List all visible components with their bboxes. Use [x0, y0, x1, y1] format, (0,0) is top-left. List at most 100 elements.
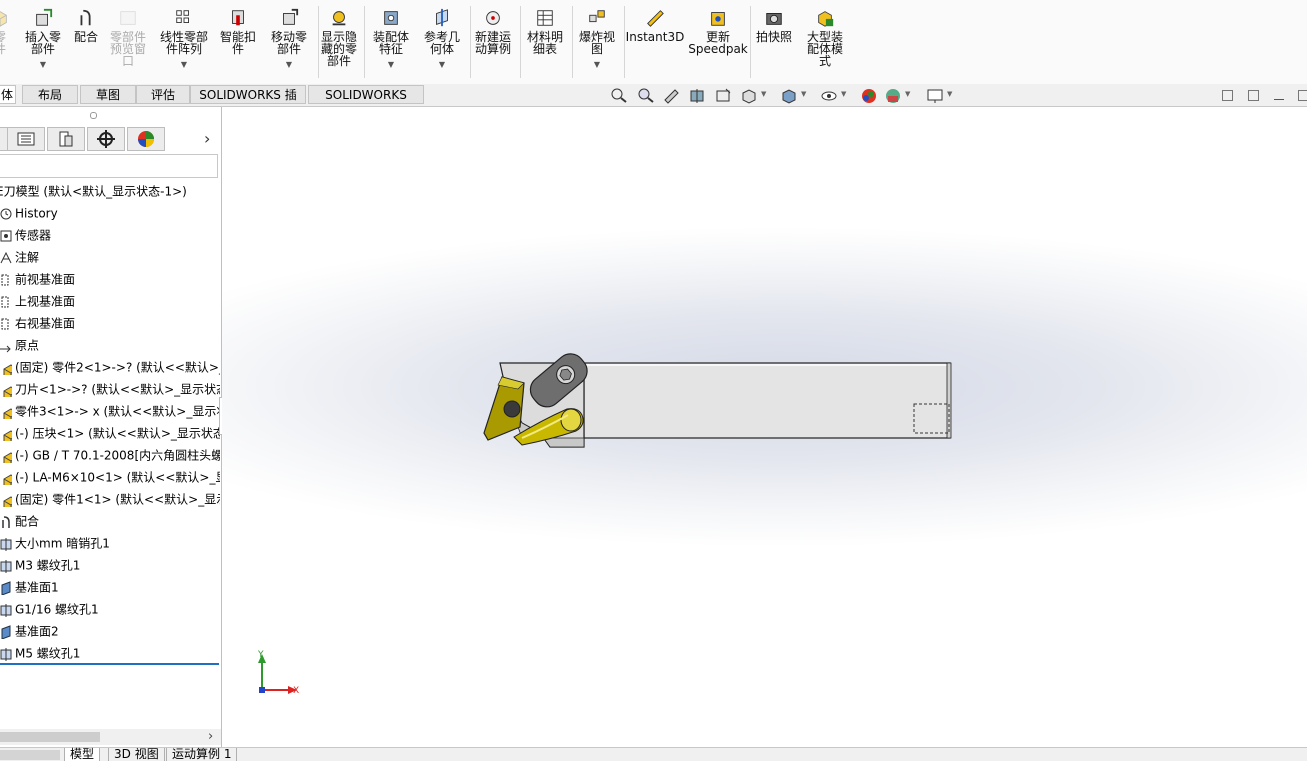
previous-view-icon[interactable]: [662, 87, 680, 104]
tree-item[interactable]: (固定) 零件1<1> (默认<<默认>_显示: [0, 488, 220, 510]
tree-item[interactable]: 配合: [0, 510, 220, 532]
dynamic-annotation-icon[interactable]: [714, 87, 732, 103]
ribbon-button-move-component[interactable]: 移动零 部件 ▼: [262, 4, 316, 82]
tree-item[interactable]: (-) GB / T 70.1-2008[内六角圆柱头螺: [0, 444, 220, 466]
tool-holder-model[interactable]: [483, 348, 952, 448]
tree-item[interactable]: 基准面2: [0, 620, 220, 642]
property-manager-icon: [17, 132, 35, 146]
tree-item[interactable]: 注解: [0, 246, 220, 268]
ribbon-button-show-hidden[interactable]: 显示隐 藏的零 部件: [316, 4, 362, 82]
view-settings-icon[interactable]: [926, 87, 944, 103]
chevron-down-icon[interactable]: ▼: [947, 90, 952, 98]
ribbon-button-motion-study[interactable]: 新建运 动算例: [468, 4, 518, 82]
tree-item[interactable]: M5 螺纹孔1: [0, 642, 220, 664]
command-tab[interactable]: SOLIDWORKS MBD: [308, 85, 424, 121]
ribbon-button-snapshot[interactable]: 拍快照: [750, 4, 798, 82]
chevron-down-icon[interactable]: ▼: [154, 59, 214, 71]
ribbon-button-exploded-view[interactable]: 爆炸视 图 ▼: [572, 4, 622, 82]
tree-item[interactable]: 大小mm 暗销孔1: [0, 532, 220, 554]
chevron-down-icon[interactable]: ▼: [22, 59, 64, 71]
motion-study-icon: [486, 11, 500, 25]
chevron-down-icon[interactable]: ▼: [572, 59, 622, 71]
edit-appearance-icon[interactable]: [860, 87, 878, 103]
ribbon-button-insert-component[interactable]: 插入零 部件 ▼: [22, 4, 64, 82]
chevron-down-icon[interactable]: ▼: [262, 59, 316, 71]
ribbon-button-preview-window[interactable]: 零部件 预览窗 口: [104, 4, 152, 82]
ribbon-button-label: 移动零 部件: [270, 30, 307, 56]
chevron-down-icon[interactable]: ▼: [905, 90, 910, 98]
bottom-tab[interactable]: 3D 视图: [108, 748, 165, 761]
display-style-icon[interactable]: [780, 87, 798, 104]
command-tab[interactable]: SOLIDWORKS 插件: [190, 85, 306, 121]
tree-item[interactable]: 前视基准面: [0, 268, 220, 290]
tree-item[interactable]: (固定) 零件2<1>->? (默认<<默认>_显: [0, 356, 220, 378]
tree-item[interactable]: 原点: [0, 334, 220, 356]
tree-item[interactable]: 刀片<1>->? (默认<<默认>_显示状态: [0, 378, 220, 400]
coordinate-triad: Y X: [257, 650, 299, 696]
tree-item[interactable]: History: [0, 202, 220, 224]
ribbon-button-reference-geometry[interactable]: 参考几 何体 ▼: [416, 4, 468, 82]
ribbon-button-linear-pattern[interactable]: 线性零部 件阵列 ▼: [154, 4, 214, 82]
tree-item[interactable]: M3 螺纹孔1: [0, 554, 220, 576]
chevron-down-icon[interactable]: ▼: [801, 90, 806, 98]
tree-item[interactable]: (-) LA-M6×10<1> (默认<<默认>_显: [0, 466, 220, 488]
part-icon: [3, 363, 12, 375]
command-tab[interactable]: 布局: [22, 85, 78, 104]
ribbon-button-label: 参考几 何体: [423, 30, 460, 56]
tree-item-label: 右视基准面: [15, 316, 76, 331]
zoom-to-fit-icon[interactable]: [610, 87, 628, 103]
view-orientation-icon[interactable]: [740, 87, 758, 104]
ribbon-button-assembly-feature[interactable]: 装配体 特征 ▼: [366, 4, 416, 82]
tab-scroll-arrows[interactable]: [0, 750, 60, 760]
command-tab[interactable]: 评估: [136, 85, 190, 104]
tree-item[interactable]: 基准面1: [0, 576, 220, 598]
ribbon-button-large-assembly[interactable]: 大型装 配体模 式: [800, 4, 850, 82]
tree-filter-input[interactable]: [0, 154, 218, 178]
ribbon-button-part[interactable]: 零 件: [0, 4, 14, 82]
scroll-right-icon[interactable]: ›: [208, 729, 213, 745]
command-tab[interactable]: 体: [0, 85, 16, 104]
chevron-down-icon[interactable]: ▼: [841, 90, 846, 98]
tree-horizontal-scrollbar[interactable]: ›: [0, 729, 221, 745]
tree-item[interactable]: 传感器: [0, 224, 220, 246]
exploded-view-icon: [589, 10, 605, 23]
chevron-right-icon[interactable]: ›: [204, 129, 210, 148]
ribbon-button-speedpak[interactable]: 更新 Speedpak: [688, 4, 748, 82]
chevron-down-icon[interactable]: ▼: [761, 90, 766, 98]
command-tab[interactable]: 草图: [80, 85, 136, 104]
tab-property-manager[interactable]: [7, 127, 45, 151]
chevron-down-icon[interactable]: ▼: [366, 59, 416, 71]
tree-item[interactable]: G1/16 螺纹孔1: [0, 598, 220, 620]
minimize-icon[interactable]: [1274, 99, 1284, 100]
section-view-icon[interactable]: [688, 87, 706, 103]
tab-display-manager[interactable]: [127, 127, 165, 151]
tree-item[interactable]: 零件3<1>-> x (默认<<默认>_显示状: [0, 400, 220, 422]
bottom-tab[interactable]: 运动算例 1: [166, 748, 238, 761]
ribbon-button-label: 零部件 预览窗 口: [109, 30, 146, 68]
panel-tabs: ›: [0, 125, 221, 153]
tree-item[interactable]: (-) 压块<1> (默认<<默认>_显示状态: [0, 422, 220, 444]
apply-scene-icon[interactable]: [884, 87, 902, 103]
bottom-tab[interactable]: 模型: [64, 748, 101, 761]
ribbon-button-mate[interactable]: 配合: [68, 4, 104, 82]
restore-right-icon[interactable]: [1248, 90, 1259, 101]
tree-item[interactable]: 上视基准面: [0, 290, 220, 312]
ribbon-separator: [572, 6, 573, 78]
restore-left-icon[interactable]: [1222, 90, 1233, 101]
ribbon-button-instant3d[interactable]: Instant3D: [624, 4, 686, 82]
tree-root-assembly[interactable]: E刀模型 (默认<默认_显示状态-1>): [0, 180, 216, 202]
ribbon-button-smart-fastener[interactable]: 智能扣 件: [214, 4, 262, 82]
ribbon-button-label: 拍快照: [755, 30, 792, 44]
tab-configuration-manager[interactable]: [47, 127, 85, 151]
scroll-thumb[interactable]: [0, 732, 100, 742]
zoom-area-icon[interactable]: [636, 87, 654, 103]
part-icon: [3, 385, 12, 397]
hide-show-icon[interactable]: [820, 87, 838, 103]
graphics-area[interactable]: Y X: [222, 107, 1307, 747]
tree-item[interactable]: 右视基准面: [0, 312, 220, 334]
maximize-icon[interactable]: [1298, 90, 1307, 101]
tab-dimxpert[interactable]: [87, 127, 125, 151]
part-icon: [3, 495, 12, 507]
ribbon-button-bom[interactable]: 材料明 细表: [520, 4, 570, 82]
chevron-down-icon[interactable]: ▼: [416, 59, 468, 71]
